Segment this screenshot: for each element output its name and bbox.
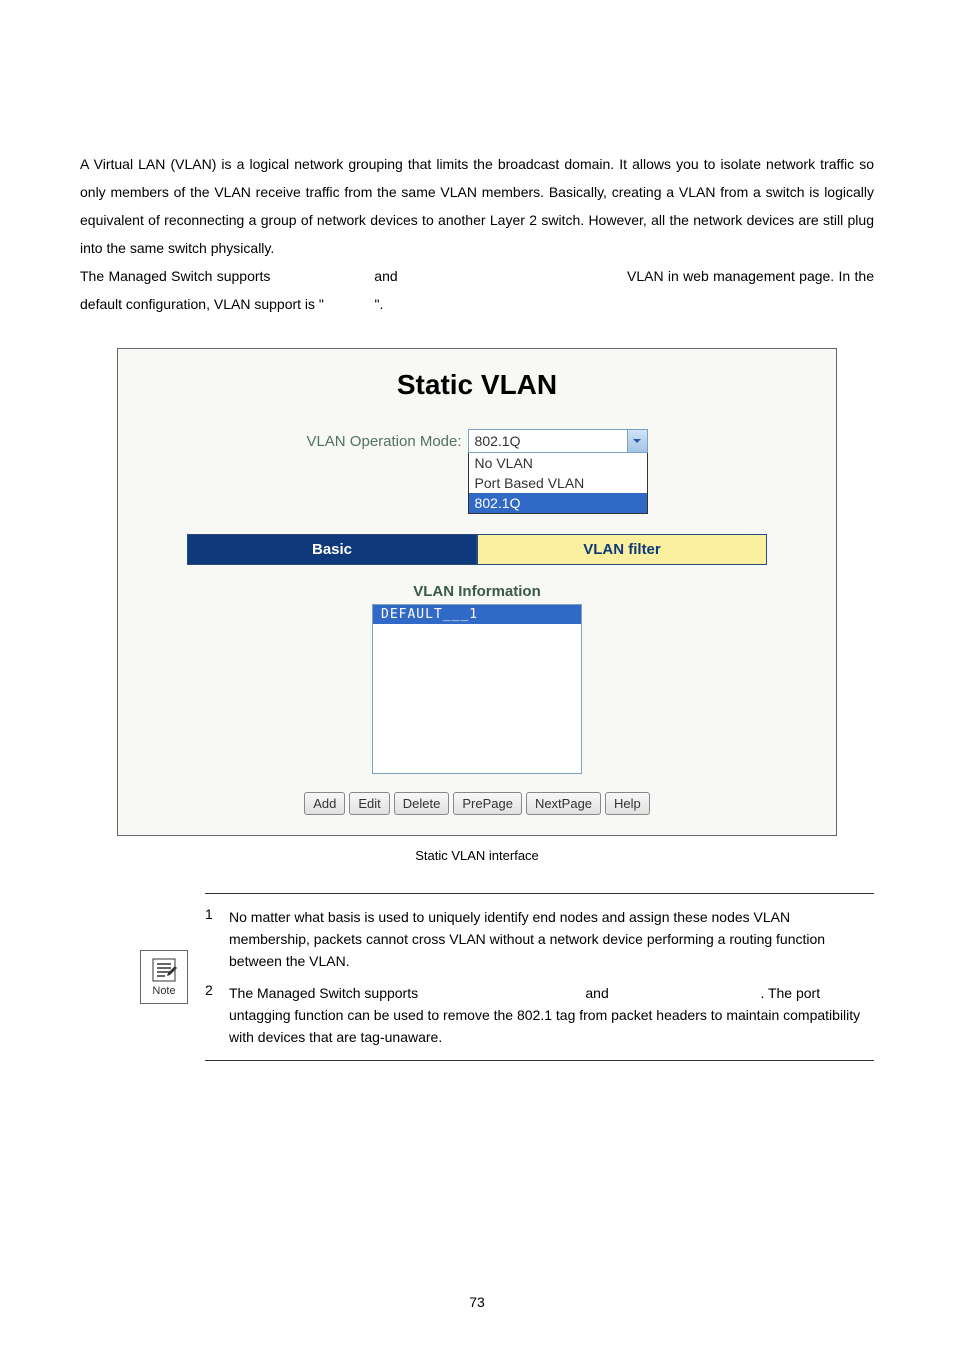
vlan-mode-label: VLAN Operation Mode: xyxy=(306,433,461,450)
page-number: 73 xyxy=(0,1294,954,1310)
note-icon-label: Note xyxy=(152,985,175,997)
note-num-1: 1 xyxy=(205,906,229,972)
figure-caption: Static VLAN interface xyxy=(80,848,874,863)
vlan-info-item-default[interactable]: DEFAULT___1 xyxy=(373,605,581,624)
prepage-button[interactable]: PrePage xyxy=(453,792,522,815)
panel-title: Static VLAN xyxy=(118,369,836,401)
vlan-mode-select[interactable]: 802.1Q xyxy=(468,429,648,453)
help-button[interactable]: Help xyxy=(605,792,650,815)
paragraph-vlan-intro: A Virtual LAN (VLAN) is a logical networ… xyxy=(80,150,874,262)
note-content: 1 No matter what basis is used to unique… xyxy=(205,893,874,1061)
paragraph-vlan-modes: The Managed Switch supports and VLAN in … xyxy=(80,262,874,318)
delete-button[interactable]: Delete xyxy=(394,792,450,815)
tab-basic[interactable]: Basic xyxy=(187,534,477,565)
vlan-mode-dropdown: No VLAN Port Based VLAN 802.1Q xyxy=(468,453,648,514)
note-num-2: 2 xyxy=(205,982,229,1048)
vlan-info-title: VLAN Information xyxy=(118,583,836,600)
note-icon: Note xyxy=(140,950,195,1004)
add-button[interactable]: Add xyxy=(304,792,345,815)
vlan-mode-option-novlan[interactable]: No VLAN xyxy=(469,453,647,473)
vlan-mode-selected: 802.1Q xyxy=(475,433,521,449)
note-text-2: The Managed Switch supports and . The po… xyxy=(229,982,874,1048)
edit-button[interactable]: Edit xyxy=(349,792,389,815)
vlan-mode-option-portbased[interactable]: Port Based VLAN xyxy=(469,473,647,493)
vlan-info-listbox[interactable]: DEFAULT___1 xyxy=(372,604,582,774)
nextpage-button[interactable]: NextPage xyxy=(526,792,601,815)
vlan-mode-option-8021q[interactable]: 802.1Q xyxy=(469,493,647,513)
note-text-1: No matter what basis is used to uniquely… xyxy=(229,906,874,972)
chevron-down-icon xyxy=(627,430,647,452)
tab-vlan-filter[interactable]: VLAN filter xyxy=(477,534,767,565)
static-vlan-panel: Static VLAN VLAN Operation Mode: 802.1Q … xyxy=(117,348,837,836)
